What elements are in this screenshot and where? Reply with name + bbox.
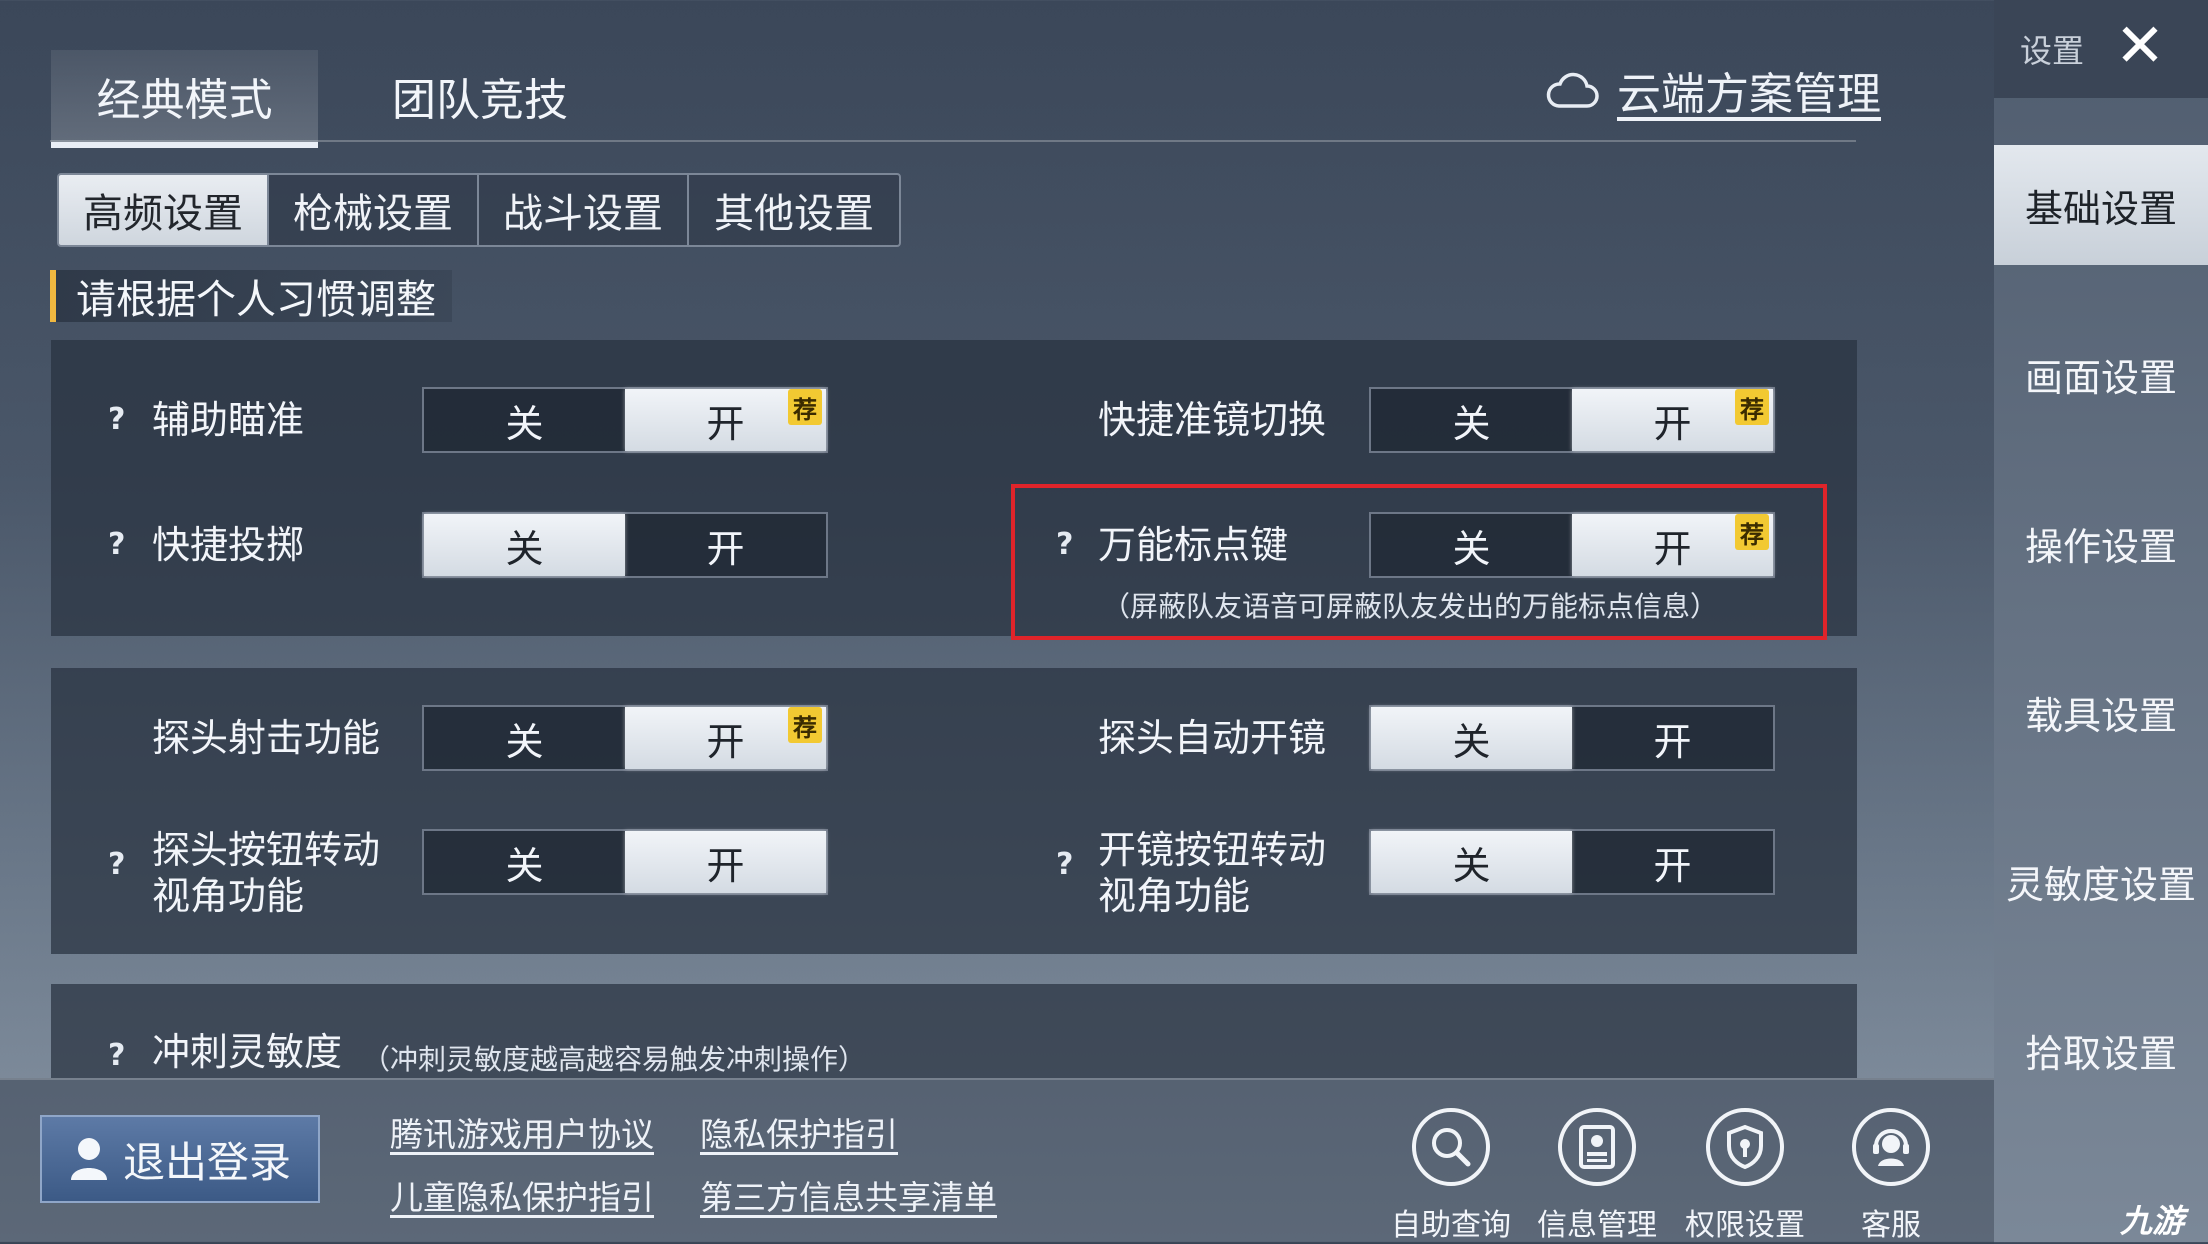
subtab-weapon[interactable]: 枪械设置 — [269, 175, 479, 245]
link-user-agreement[interactable]: 腾讯游戏用户协议 — [390, 1108, 654, 1156]
peek-auto-scope-label: 探头自动开镜 — [1098, 716, 1327, 760]
quick-throw-off[interactable]: 关 — [424, 514, 625, 576]
sub-tab-bar: 高频设置 枪械设置 战斗设置 其他设置 — [57, 173, 901, 247]
sidebar-item-basic[interactable]: 基础设置 — [1994, 145, 2208, 265]
on-label: 开 — [706, 401, 745, 446]
aim-assist-label: 辅助瞄准 — [152, 398, 305, 442]
peek-btn-rotate-label-2: 视角功能 — [152, 874, 305, 918]
recommend-badge: 荐 — [1735, 514, 1769, 550]
watermark: 九游 — [2120, 1202, 2185, 1240]
help-icon[interactable]: ? — [1056, 527, 1073, 562]
info-manage-button[interactable]: 信息管理 — [1527, 1108, 1667, 1244]
universal-mark-toggle: 关 开荐 — [1369, 512, 1775, 578]
tab-team-deathmatch[interactable]: 团队竞技 — [360, 50, 600, 142]
universal-mark-note: （屏蔽队友语音可屏蔽队友发出的万能标点信息） — [1102, 590, 1719, 623]
aim-assist-on[interactable]: 开荐 — [625, 389, 826, 451]
peek-fire-toggle: 关 开荐 — [422, 705, 828, 771]
shield-icon — [1706, 1108, 1784, 1186]
quick-throw-label: 快捷投掷 — [152, 523, 305, 567]
peek-fire-off[interactable]: 关 — [424, 707, 625, 769]
id-card-icon — [1558, 1108, 1636, 1186]
close-icon: ✕ — [2114, 11, 2166, 81]
help-icon[interactable]: ? — [108, 402, 125, 437]
cloud-plan-link[interactable]: 云端方案管理 — [1545, 60, 1881, 120]
tab-label: 经典模式 — [96, 75, 273, 126]
scope-btn-rotate-toggle: 关 开 — [1369, 829, 1775, 895]
cloud-icon — [1546, 72, 1599, 108]
tab-divider — [50, 140, 1856, 142]
on-label: 开 — [1653, 526, 1692, 571]
link-privacy-guide[interactable]: 隐私保护指引 — [700, 1108, 898, 1156]
search-icon — [1412, 1108, 1490, 1186]
link-third-party-list[interactable]: 第三方信息共享清单 — [700, 1171, 997, 1219]
sprint-sensitivity-label: 冲刺灵敏度 — [152, 1030, 343, 1074]
subtab-other[interactable]: 其他设置 — [689, 175, 899, 245]
user-icon — [70, 1138, 107, 1180]
scope-switch-off[interactable]: 关 — [1371, 389, 1572, 451]
universal-mark-on[interactable]: 开荐 — [1572, 514, 1773, 576]
help-icon[interactable]: ? — [1056, 847, 1073, 882]
subtab-combat[interactable]: 战斗设置 — [479, 175, 689, 245]
peek-btn-rotate-toggle: 关 开 — [422, 829, 828, 895]
on-label: 开 — [1653, 401, 1692, 446]
link-child-privacy[interactable]: 儿童隐私保护指引 — [390, 1171, 654, 1219]
tab-classic-mode[interactable]: 经典模式 — [51, 50, 318, 148]
scope-btn-rotate-label-2: 视角功能 — [1098, 874, 1251, 918]
sidebar-item-graphics[interactable]: 画面设置 — [1994, 314, 2208, 434]
close-button[interactable]: ✕ — [2108, 11, 2172, 81]
peek-auto-scope-on[interactable]: 开 — [1572, 707, 1773, 769]
recommend-badge: 荐 — [788, 389, 822, 425]
sidebar-item-controls[interactable]: 操作设置 — [1994, 483, 2208, 603]
aim-assist-off[interactable]: 关 — [424, 389, 625, 451]
subtab-high-freq[interactable]: 高频设置 — [59, 175, 269, 245]
quick-throw-toggle: 关 开 — [422, 512, 828, 578]
scope-switch-on[interactable]: 开荐 — [1572, 389, 1773, 451]
self-service-button[interactable]: 自助查询 — [1381, 1108, 1521, 1244]
peek-auto-scope-off[interactable]: 关 — [1371, 707, 1572, 769]
permission-label: 权限设置 — [1685, 1208, 1805, 1243]
help-icon[interactable]: ? — [108, 1038, 125, 1073]
scope-btn-rotate-on[interactable]: 开 — [1572, 831, 1773, 893]
recommend-badge: 荐 — [1735, 389, 1769, 425]
sidebar-item-pickup[interactable]: 拾取设置 — [1994, 990, 2208, 1110]
tab-label: 团队竞技 — [392, 75, 568, 126]
permission-button[interactable]: 权限设置 — [1675, 1108, 1815, 1244]
self-service-label: 自助查询 — [1391, 1208, 1511, 1243]
peek-btn-rotate-label-1: 探头按钮转动 — [152, 828, 381, 872]
customer-service-label: 客服 — [1861, 1208, 1921, 1243]
cloud-plan-label: 云端方案管理 — [1617, 69, 1881, 120]
section-title: 请根据个人习惯调整 — [50, 270, 452, 323]
aim-assist-toggle: 关 开荐 — [422, 387, 828, 453]
info-manage-label: 信息管理 — [1537, 1208, 1657, 1243]
peek-btn-rotate-on[interactable]: 开 — [625, 831, 826, 893]
on-label: 开 — [706, 719, 745, 764]
scope-switch-label: 快捷准镜切换 — [1098, 398, 1327, 442]
scope-btn-rotate-label-1: 开镜按钮转动 — [1098, 828, 1327, 872]
customer-service-icon — [1852, 1108, 1930, 1186]
settings-title: 设置 — [2020, 32, 2085, 70]
universal-mark-label: 万能标点键 — [1098, 523, 1289, 567]
peek-fire-on[interactable]: 开荐 — [625, 707, 826, 769]
scope-switch-toggle: 关 开荐 — [1369, 387, 1775, 453]
peek-btn-rotate-off[interactable]: 关 — [424, 831, 625, 893]
sidebar-item-sensitivity[interactable]: 灵敏度设置 — [1994, 821, 2208, 941]
quick-throw-on[interactable]: 开 — [625, 514, 826, 576]
universal-mark-off[interactable]: 关 — [1371, 514, 1572, 576]
sprint-sensitivity-note: （冲刺灵敏度越高越容易触发冲刺操作） — [362, 1043, 867, 1076]
scope-btn-rotate-off[interactable]: 关 — [1371, 831, 1572, 893]
help-icon[interactable]: ? — [108, 527, 125, 562]
peek-fire-label: 探头射击功能 — [152, 716, 381, 760]
sidebar-item-vehicle[interactable]: 载具设置 — [1994, 652, 2208, 772]
help-icon[interactable]: ? — [108, 847, 125, 882]
peek-auto-scope-toggle: 关 开 — [1369, 705, 1775, 771]
logout-label: 退出登录 — [122, 1137, 291, 1187]
customer-service-button[interactable]: 客服 — [1821, 1108, 1961, 1244]
logout-button[interactable]: 退出登录 — [40, 1115, 320, 1203]
recommend-badge: 荐 — [788, 707, 822, 743]
